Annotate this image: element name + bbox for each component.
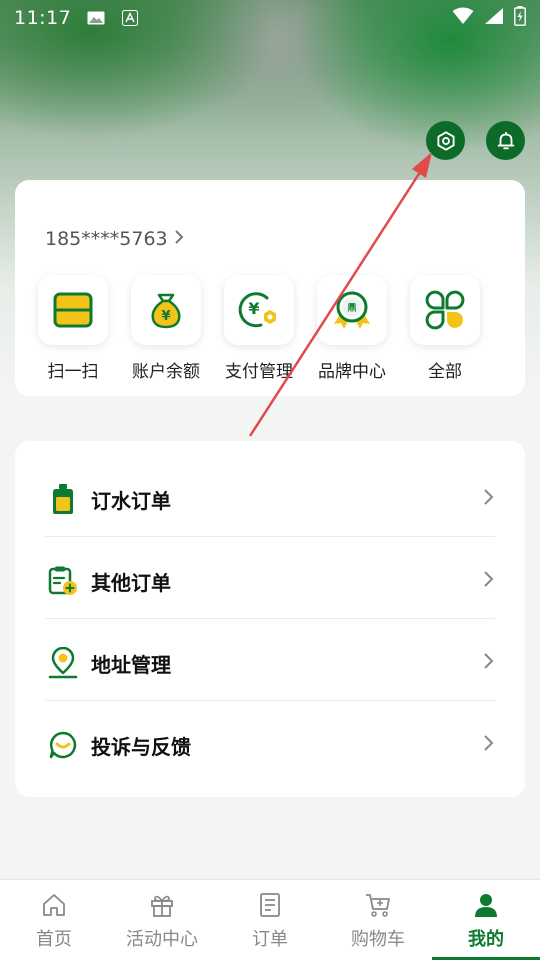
- quick-action-label: 全部: [428, 362, 462, 382]
- tab-label: 购物车: [351, 929, 405, 950]
- quick-action-payment[interactable]: ¥ 支付管理: [223, 275, 295, 382]
- quick-action-label: 扫一扫: [47, 362, 99, 382]
- tab-activity-center[interactable]: 活动中心: [108, 880, 216, 960]
- divider: [45, 536, 495, 537]
- svg-text:鼎: 鼎: [347, 302, 356, 314]
- scan-icon: [38, 275, 108, 345]
- image-notification-icon: [87, 11, 105, 25]
- home-icon: [0, 889, 108, 921]
- menu-item-label: 其他订单: [91, 570, 171, 595]
- menu-item-feedback[interactable]: 投诉与反馈: [45, 704, 495, 786]
- tab-label: 首页: [36, 929, 72, 950]
- clipboard-add-icon: [47, 565, 79, 597]
- gift-icon: [108, 889, 216, 921]
- account-phone-link[interactable]: 185****5763: [45, 228, 184, 250]
- menu-item-address[interactable]: 地址管理: [45, 622, 495, 704]
- quick-action-all[interactable]: 全部: [409, 275, 481, 382]
- quick-action-balance[interactable]: ¥ 账户余额: [130, 275, 202, 382]
- wifi-icon: [452, 7, 474, 29]
- divider: [45, 700, 495, 701]
- location-pin-icon: [47, 647, 79, 679]
- svg-text:¥: ¥: [248, 299, 259, 318]
- quick-action-label: 品牌中心: [318, 362, 386, 382]
- menu-item-other-orders[interactable]: 其他订单: [45, 540, 495, 622]
- tab-mine[interactable]: 我的: [432, 880, 540, 960]
- payment-settings-icon: ¥: [224, 275, 294, 345]
- water-bottle-icon: [47, 483, 79, 515]
- menu-item-label: 地址管理: [91, 652, 171, 677]
- status-time: 11:17: [14, 7, 72, 29]
- bell-icon: [497, 131, 514, 149]
- tab-label: 活动中心: [126, 929, 198, 950]
- phone-number: 185****5763: [45, 228, 168, 250]
- money-bag-icon: ¥: [131, 275, 201, 345]
- brand-badge-icon: 鼎: [317, 275, 387, 345]
- quick-action-label: 账户余额: [132, 362, 200, 382]
- a-notification-icon: [121, 10, 139, 26]
- tab-home[interactable]: 首页: [0, 880, 108, 960]
- divider: [45, 618, 495, 619]
- chat-smile-icon: [47, 729, 79, 761]
- settings-button[interactable]: [426, 121, 465, 160]
- gear-icon: [436, 130, 455, 151]
- chevron-right-icon: [174, 229, 184, 250]
- tab-label: 订单: [252, 929, 288, 950]
- quick-action-scan[interactable]: 扫一扫: [37, 275, 109, 382]
- chevron-right-icon: [483, 651, 495, 676]
- top-actions: [0, 121, 540, 161]
- list-icon: [216, 889, 324, 921]
- menu-item-label: 投诉与反馈: [91, 734, 191, 759]
- quick-action-brand[interactable]: 鼎 品牌中心: [316, 275, 388, 382]
- bottom-tab-bar: 首页 活动中心 订单 购物车 我的: [0, 879, 540, 960]
- chevron-right-icon: [483, 569, 495, 594]
- svg-text:¥: ¥: [161, 309, 170, 324]
- menu-item-water-orders[interactable]: 订水订单: [45, 458, 495, 540]
- menu-item-label: 订水订单: [91, 488, 171, 513]
- status-bar: 11:17: [0, 0, 540, 36]
- cart-icon: [324, 889, 432, 921]
- quick-actions: 扫一扫 ¥ 账户余额 ¥ 支付管理 鼎 品牌中心 全部: [37, 275, 507, 385]
- tab-cart[interactable]: 购物车: [324, 880, 432, 960]
- tab-orders[interactable]: 订单: [216, 880, 324, 960]
- profile-card: 185****5763 扫一扫 ¥ 账户余额 ¥ 支付管理 鼎 品牌中心 全部: [15, 180, 525, 396]
- clover-icon: [410, 275, 480, 345]
- battery-icon: [514, 6, 526, 30]
- menu-card: 订水订单 其他订单 地址管理 投诉与反馈: [15, 441, 525, 797]
- signal-icon: [484, 7, 504, 29]
- chevron-right-icon: [483, 733, 495, 758]
- quick-action-label: 支付管理: [225, 362, 293, 382]
- tab-label: 我的: [468, 929, 504, 950]
- user-icon: [432, 889, 540, 921]
- notifications-button[interactable]: [486, 121, 525, 160]
- chevron-right-icon: [483, 487, 495, 512]
